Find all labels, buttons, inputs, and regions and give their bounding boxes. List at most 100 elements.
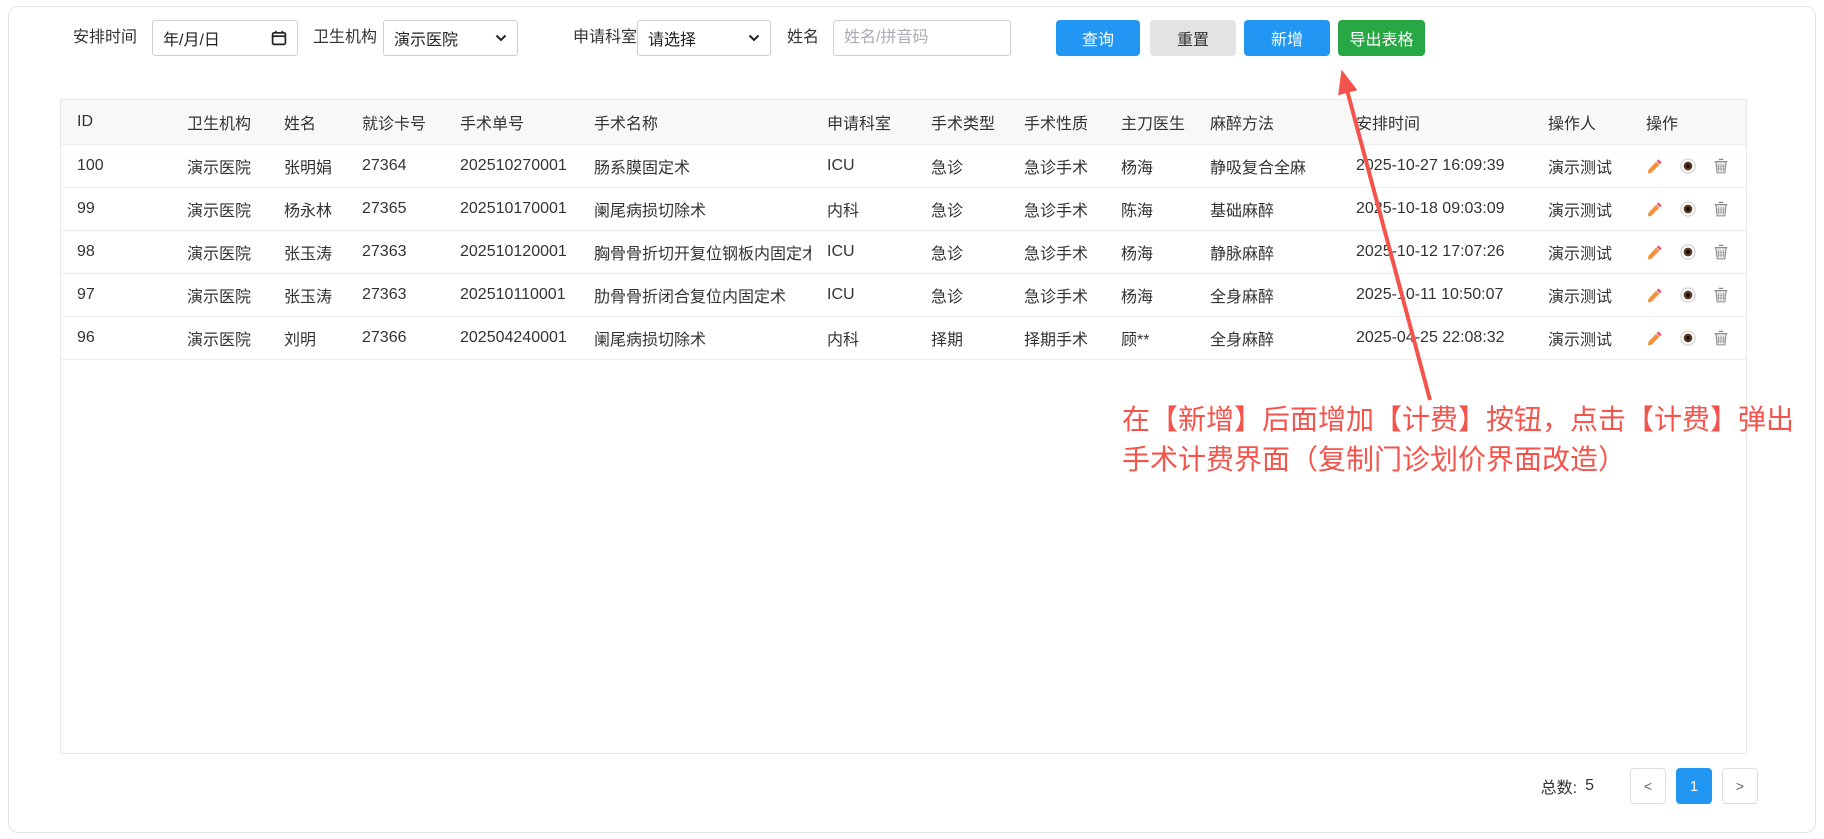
cell-nature: 急诊手术 xyxy=(1008,230,1105,273)
cell-surgery-name: 肋骨骨折闭合复位内固定术 xyxy=(578,273,811,316)
table-row: 96 演示医院 刘明 27366 202504240001 阑尾病损切除术 内科… xyxy=(61,316,1747,359)
cell-id: 100 xyxy=(61,144,171,187)
cell-dept: ICU xyxy=(811,144,915,187)
eye-icon[interactable] xyxy=(1679,157,1697,175)
cell-anesthesia: 静吸复合全麻 xyxy=(1194,144,1340,187)
cell-card-no: 27364 xyxy=(346,144,444,187)
pencil-icon[interactable] xyxy=(1646,157,1664,175)
export-button[interactable]: 导出表格 xyxy=(1338,20,1425,56)
row-actions xyxy=(1646,231,1747,273)
cell-time: 2025-10-27 16:09:39 xyxy=(1340,144,1532,187)
eye-icon[interactable] xyxy=(1679,243,1697,261)
name-input[interactable] xyxy=(833,20,1011,56)
trash-icon[interactable] xyxy=(1712,329,1730,347)
cell-dept: ICU xyxy=(811,273,915,316)
cell-type: 择期 xyxy=(915,316,1008,359)
cell-dept: ICU xyxy=(811,230,915,273)
cell-card-no: 27365 xyxy=(346,187,444,230)
column-header: 主刀医生 xyxy=(1105,100,1194,144)
table-header-row: ID卫生机构姓名就诊卡号手术单号手术名称申请科室手术类型手术性质主刀医生麻醉方法… xyxy=(61,100,1747,144)
eye-icon[interactable] xyxy=(1679,200,1697,218)
cell-doctor: 杨海 xyxy=(1105,273,1194,316)
column-header: 申请科室 xyxy=(811,100,915,144)
column-header: 手术类型 xyxy=(915,100,1008,144)
chevron-down-icon xyxy=(748,34,760,42)
cell-nature: 择期手术 xyxy=(1008,316,1105,359)
pencil-icon[interactable] xyxy=(1646,243,1664,261)
dept-select[interactable]: 请选择 xyxy=(637,20,771,56)
dept-label: 申请科室 xyxy=(573,20,637,56)
name-label: 姓名 xyxy=(787,20,819,56)
cell-id: 97 xyxy=(61,273,171,316)
cell-anesthesia: 基础麻醉 xyxy=(1194,187,1340,230)
row-actions xyxy=(1646,274,1747,316)
cell-type: 急诊 xyxy=(915,187,1008,230)
annotation-note: 在【新增】后面增加【计费】按钮，点击【计费】弹出手术计费界面（复制门诊划价界面改… xyxy=(1122,400,1794,480)
org-select[interactable]: 演示医院 xyxy=(383,20,518,56)
total-value: 5 xyxy=(1585,777,1594,795)
cell-anesthesia: 全身麻醉 xyxy=(1194,273,1340,316)
cell-org: 演示医院 xyxy=(171,273,268,316)
row-actions xyxy=(1646,317,1747,359)
eye-icon[interactable] xyxy=(1679,286,1697,304)
eye-icon[interactable] xyxy=(1679,329,1697,347)
cell-org: 演示医院 xyxy=(171,144,268,187)
trash-icon[interactable] xyxy=(1712,157,1730,175)
cell-operator: 演示测试 xyxy=(1532,316,1630,359)
cell-type: 急诊 xyxy=(915,144,1008,187)
dept-selected-value: 请选择 xyxy=(648,26,696,50)
column-header: 手术名称 xyxy=(578,100,811,144)
total-label: 总数: xyxy=(1541,774,1577,798)
cell-id: 98 xyxy=(61,230,171,273)
org-selected-value: 演示医院 xyxy=(394,26,458,50)
row-actions xyxy=(1646,188,1747,230)
row-actions xyxy=(1646,145,1747,187)
cell-surgery-name: 阑尾病损切除术 xyxy=(578,316,811,359)
schedule-date-input[interactable]: 年/月/日 xyxy=(152,20,298,56)
cell-order-no: 202510270001 xyxy=(444,144,578,187)
trash-icon[interactable] xyxy=(1712,200,1730,218)
org-label: 卫生机构 xyxy=(313,20,377,56)
cell-org: 演示医院 xyxy=(171,187,268,230)
calendar-icon[interactable] xyxy=(271,30,287,46)
pencil-icon[interactable] xyxy=(1646,200,1664,218)
cell-actions xyxy=(1630,316,1747,359)
cell-time: 2025-10-11 10:50:07 xyxy=(1340,273,1532,316)
cell-id: 99 xyxy=(61,187,171,230)
schedule-time-label: 安排时间 xyxy=(73,20,137,56)
column-header: ID xyxy=(61,100,171,144)
cell-doctor: 杨海 xyxy=(1105,144,1194,187)
cell-name: 张玉涛 xyxy=(268,230,346,273)
reset-button[interactable]: 重置 xyxy=(1150,20,1236,56)
cell-nature: 急诊手术 xyxy=(1008,187,1105,230)
cell-order-no: 202510120001 xyxy=(444,230,578,273)
cell-type: 急诊 xyxy=(915,273,1008,316)
cell-nature: 急诊手术 xyxy=(1008,144,1105,187)
column-header: 卫生机构 xyxy=(171,100,268,144)
cell-actions xyxy=(1630,144,1747,187)
cell-type: 急诊 xyxy=(915,230,1008,273)
next-page-button[interactable]: > xyxy=(1722,768,1758,804)
cell-actions xyxy=(1630,187,1747,230)
cell-doctor: 陈海 xyxy=(1105,187,1194,230)
cell-surgery-name: 肠系膜固定术 xyxy=(578,144,811,187)
table-row: 97 演示医院 张玉涛 27363 202510110001 肋骨骨折闭合复位内… xyxy=(61,273,1747,316)
cell-surgery-name: 阑尾病损切除术 xyxy=(578,187,811,230)
cell-name: 张玉涛 xyxy=(268,273,346,316)
column-header: 安排时间 xyxy=(1340,100,1532,144)
pencil-icon[interactable] xyxy=(1646,329,1664,347)
column-header: 麻醉方法 xyxy=(1194,100,1340,144)
cell-operator: 演示测试 xyxy=(1532,144,1630,187)
query-button[interactable]: 查询 xyxy=(1056,20,1140,56)
prev-page-button[interactable]: < xyxy=(1630,768,1666,804)
cell-id: 96 xyxy=(61,316,171,359)
cell-name: 张明娟 xyxy=(268,144,346,187)
cell-doctor: 杨海 xyxy=(1105,230,1194,273)
cell-card-no: 27363 xyxy=(346,230,444,273)
pencil-icon[interactable] xyxy=(1646,286,1664,304)
cell-actions xyxy=(1630,230,1747,273)
add-button[interactable]: 新增 xyxy=(1244,20,1330,56)
trash-icon[interactable] xyxy=(1712,286,1730,304)
trash-icon[interactable] xyxy=(1712,243,1730,261)
current-page-button[interactable]: 1 xyxy=(1676,768,1712,804)
